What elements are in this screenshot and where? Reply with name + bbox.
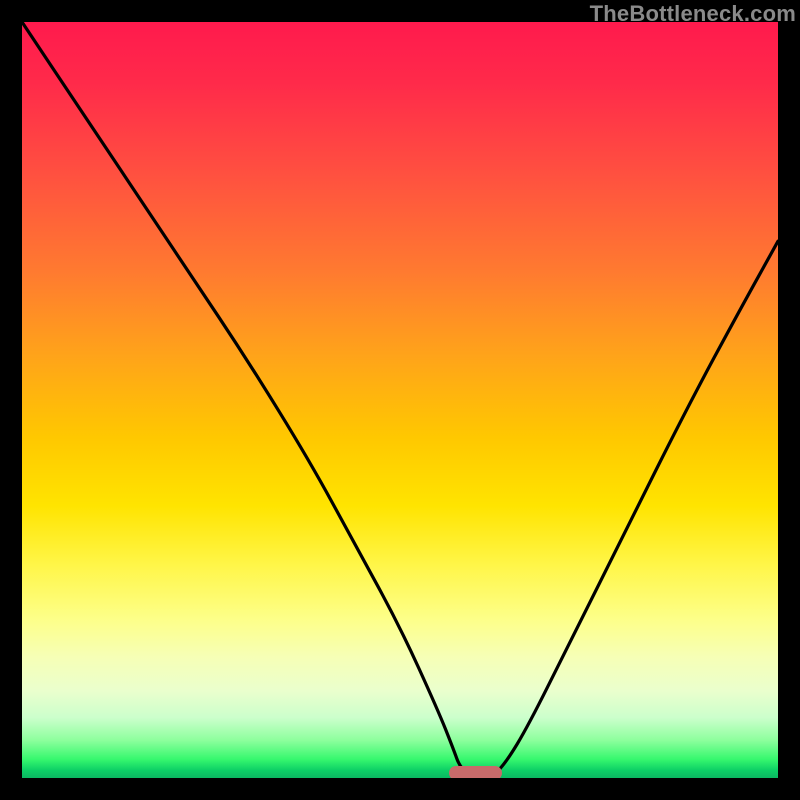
bottleneck-curve xyxy=(22,22,778,778)
outer-frame: TheBottleneck.com xyxy=(0,0,800,800)
optimal-marker xyxy=(449,766,502,778)
plot-area xyxy=(22,22,778,778)
watermark-text: TheBottleneck.com xyxy=(590,1,796,27)
